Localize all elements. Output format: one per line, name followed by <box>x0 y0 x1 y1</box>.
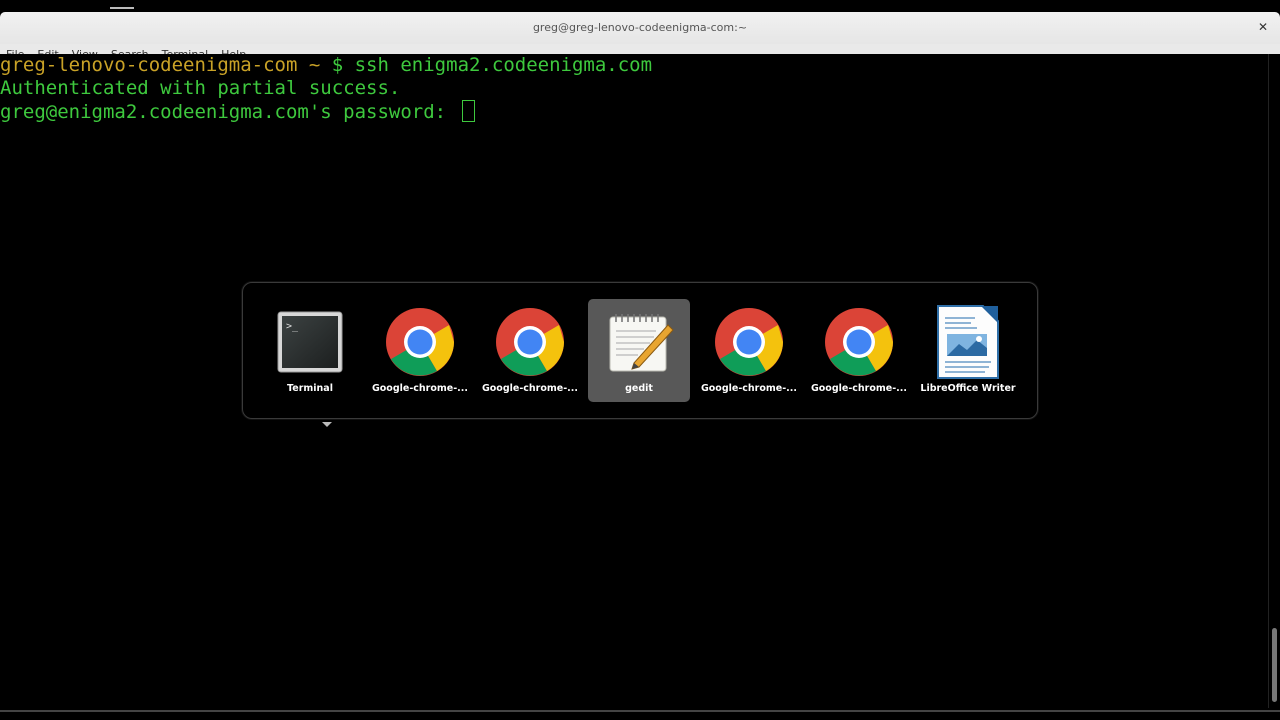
chrome-icon <box>714 305 784 379</box>
libreoffice-writer-icon <box>933 305 1003 379</box>
prompt-command: $ ssh enigma2.codeenigma.com <box>320 54 653 76</box>
app-label: Google-chrome-... <box>481 383 578 394</box>
top-bar-indicator <box>110 7 134 9</box>
chrome-icon <box>385 305 455 379</box>
chrome-icon <box>824 305 894 379</box>
terminal-scrollbar[interactable] <box>1268 54 1280 708</box>
switcher-app-chrome-3[interactable]: Google-chrome-... <box>698 299 800 402</box>
prompt-host: greg-lenovo-codeenigma-com ~ <box>0 54 321 76</box>
terminal-line-3: greg@enigma2.codeenigma.com's password: <box>0 100 1268 123</box>
close-button[interactable]: ✕ <box>1256 20 1270 34</box>
window-title: greg@greg-lenovo-codeenigma-com:~ <box>532 21 748 34</box>
switcher-app-chrome-1[interactable]: Google-chrome-... <box>369 299 471 402</box>
switcher-app-chrome-4[interactable]: Google-chrome-... <box>808 299 910 402</box>
chrome-icon <box>495 305 565 379</box>
terminal-line-2: Authenticated with partial success. <box>0 77 401 99</box>
terminal-line-1: greg-lenovo-codeenigma-com ~ $ ssh enigm… <box>0 54 1268 77</box>
app-switcher: >_ Terminal Google-chrome-... Google-chr… <box>242 282 1038 427</box>
chevron-down-icon[interactable] <box>322 422 332 427</box>
top-bar <box>0 0 1280 12</box>
password-prompt: greg@enigma2.codeenigma.com's password: <box>0 101 458 123</box>
bottom-divider <box>0 710 1280 712</box>
svg-text:>_: >_ <box>286 321 299 332</box>
app-label: LibreOffice Writer <box>920 383 1016 394</box>
app-label: gedit <box>625 383 653 394</box>
app-label: Google-chrome-... <box>371 383 468 394</box>
app-label: Google-chrome-... <box>700 383 797 394</box>
switcher-app-terminal[interactable]: >_ Terminal <box>259 299 361 427</box>
text-cursor[interactable] <box>461 100 475 122</box>
title-bar[interactable]: greg@greg-lenovo-codeenigma-com:~ ✕ <box>0 12 1280 44</box>
terminal-icon: >_ <box>275 305 345 379</box>
switcher-app-libreoffice-writer[interactable]: LibreOffice Writer <box>917 299 1019 402</box>
app-label: Terminal <box>287 383 333 394</box>
app-label: Google-chrome-... <box>810 383 907 394</box>
switcher-app-chrome-2[interactable]: Google-chrome-... <box>479 299 581 402</box>
gedit-icon <box>604 305 674 379</box>
scrollbar-thumb[interactable] <box>1272 628 1277 702</box>
switcher-app-gedit[interactable]: gedit <box>588 299 690 402</box>
